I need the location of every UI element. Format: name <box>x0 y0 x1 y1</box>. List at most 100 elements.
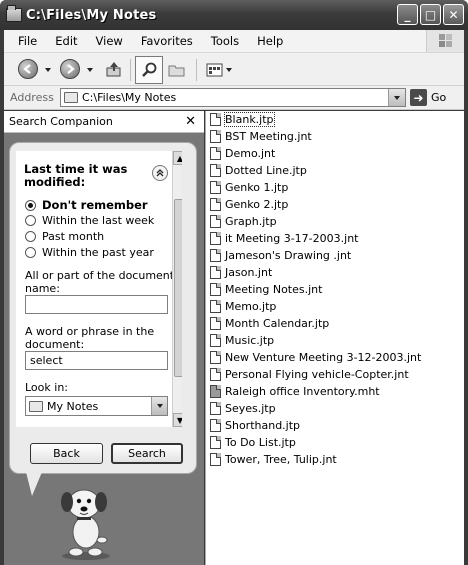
views-button[interactable] <box>204 61 234 79</box>
look-in-dropdown-button[interactable] <box>151 397 167 415</box>
list-item[interactable]: Graph.jtp <box>210 213 277 230</box>
name-input[interactable] <box>25 295 168 314</box>
list-item[interactable]: Dotted Line.jtp <box>210 162 307 179</box>
radio-past-month[interactable]: Past month <box>25 230 104 243</box>
maximize-button[interactable]: □ <box>420 4 441 25</box>
list-item[interactable]: Blank.jtp <box>210 111 275 128</box>
scroll-thumb[interactable] <box>174 199 182 377</box>
file-name: Jason.jnt <box>225 266 273 279</box>
search-companion-title: Search Companion <box>9 115 113 128</box>
file-name: Jameson's Drawing .jnt <box>225 249 352 262</box>
file-icon <box>210 453 221 466</box>
list-item[interactable]: Personal Flying vehicle-Copter.jnt <box>210 366 409 383</box>
minimize-button[interactable]: _ <box>397 4 418 25</box>
radio-label: Don't remember <box>42 198 148 212</box>
menu-bar: File Edit View Favorites Tools Help <box>4 30 464 52</box>
forward-dropdown[interactable] <box>87 68 93 72</box>
back-dropdown[interactable] <box>45 68 51 72</box>
list-item[interactable]: Seyes.jtp <box>210 400 276 417</box>
forward-button[interactable] <box>60 59 80 79</box>
menu-help[interactable]: Help <box>248 34 292 48</box>
phrase-input[interactable]: select <box>25 351 168 370</box>
file-icon <box>210 266 221 279</box>
address-dropdown-button[interactable] <box>388 89 405 106</box>
list-item[interactable]: New Venture Meeting 3-12-2003.jnt <box>210 349 421 366</box>
file-name: Seyes.jtp <box>225 402 276 415</box>
up-button[interactable] <box>104 59 124 79</box>
radio-button[interactable] <box>25 231 36 242</box>
scroll-down-icon[interactable]: ▼ <box>173 413 182 427</box>
file-icon <box>210 130 221 143</box>
address-input[interactable]: C:\Files\My Notes <box>60 88 406 107</box>
file-icon <box>210 334 221 347</box>
phrase-field-label: A word or phrase in the document: <box>25 325 155 351</box>
list-item[interactable]: Genko 1.jtp <box>210 179 288 196</box>
radio-button[interactable] <box>25 247 36 258</box>
file-icon <box>210 351 221 364</box>
list-item[interactable]: Music.jtp <box>210 332 274 349</box>
collapse-chevron-icon[interactable] <box>152 165 168 181</box>
list-item[interactable]: Jameson's Drawing .jnt <box>210 247 351 264</box>
views-icon <box>206 63 223 77</box>
search-button[interactable]: Search <box>111 443 183 464</box>
list-item[interactable]: Raleigh office Inventory.mht <box>210 383 380 400</box>
search-balloon: Last time it was modified: Don't remembe… <box>9 142 197 474</box>
radio-past-year[interactable]: Within the past year <box>25 246 154 259</box>
list-item[interactable]: Demo.jnt <box>210 145 275 162</box>
search-icon <box>142 62 157 77</box>
menu-edit[interactable]: Edit <box>46 34 86 48</box>
back-button[interactable] <box>18 59 38 79</box>
folder-icon <box>6 5 22 22</box>
file-icon <box>210 113 221 126</box>
forward-arrow-icon <box>67 64 75 74</box>
scroll-up-icon[interactable]: ▲ <box>173 151 182 165</box>
look-in-select[interactable]: My Notes <box>25 396 168 416</box>
close-button[interactable]: ✕ <box>443 4 464 25</box>
file-name: Meeting Notes.jnt <box>225 283 323 296</box>
radio-dont-remember[interactable]: Don't remember <box>25 198 148 212</box>
list-item[interactable]: Memo.jtp <box>210 298 276 315</box>
title-bar[interactable]: C:\Files\My Notes _ □ ✕ <box>0 0 468 30</box>
file-name: Memo.jtp <box>225 300 277 313</box>
file-name: Music.jtp <box>225 334 275 347</box>
file-icon <box>210 283 221 296</box>
file-name: New Venture Meeting 3-12-2003.jnt <box>225 351 422 364</box>
file-name: To Do List.jtp <box>225 436 296 449</box>
menu-file[interactable]: File <box>4 34 46 48</box>
list-item[interactable]: it Meeting 3-17-2003.jnt <box>210 230 358 247</box>
file-name: it Meeting 3-17-2003.jnt <box>225 232 359 245</box>
balloon-tail <box>26 472 42 496</box>
menu-favorites[interactable]: Favorites <box>132 34 202 48</box>
toolbar <box>4 52 464 86</box>
list-item[interactable]: Tower, Tree, Tulip.jnt <box>210 451 337 468</box>
radio-last-week[interactable]: Within the last week <box>25 214 154 227</box>
go-button[interactable]: ➜ Go <box>410 89 446 106</box>
folders-button[interactable] <box>167 61 187 79</box>
menu-view[interactable]: View <box>87 34 132 48</box>
file-icon <box>210 300 221 313</box>
menu-tools[interactable]: Tools <box>202 34 248 48</box>
address-bar: Address C:\Files\My Notes ➜ Go <box>4 86 464 110</box>
back-button[interactable]: Back <box>30 443 103 464</box>
folder-icon <box>64 92 78 103</box>
list-item[interactable]: To Do List.jtp <box>210 434 296 451</box>
search-dog-character-icon[interactable] <box>50 482 120 562</box>
file-icon <box>210 436 221 449</box>
list-item[interactable]: Genko 2.jtp <box>210 196 288 213</box>
list-item[interactable]: Shorthand.jtp <box>210 417 300 434</box>
file-icon <box>210 147 221 160</box>
close-icon[interactable]: ✕ <box>185 114 196 129</box>
file-icon <box>210 402 221 415</box>
list-item[interactable]: Month Calendar.jtp <box>210 315 329 332</box>
list-item[interactable]: Jason.jnt <box>210 264 272 281</box>
radio-button[interactable] <box>25 215 36 226</box>
search-button[interactable] <box>135 56 163 84</box>
list-item[interactable]: BST Meeting.jnt <box>210 128 312 145</box>
file-icon <box>210 249 221 262</box>
radio-button[interactable] <box>25 199 36 211</box>
options-scrollbar[interactable]: ▲ ▼ <box>172 151 182 427</box>
chevron-down-icon <box>394 95 400 100</box>
list-item[interactable]: Meeting Notes.jnt <box>210 281 322 298</box>
file-icon <box>210 232 221 245</box>
file-name: Graph.jtp <box>225 215 277 228</box>
